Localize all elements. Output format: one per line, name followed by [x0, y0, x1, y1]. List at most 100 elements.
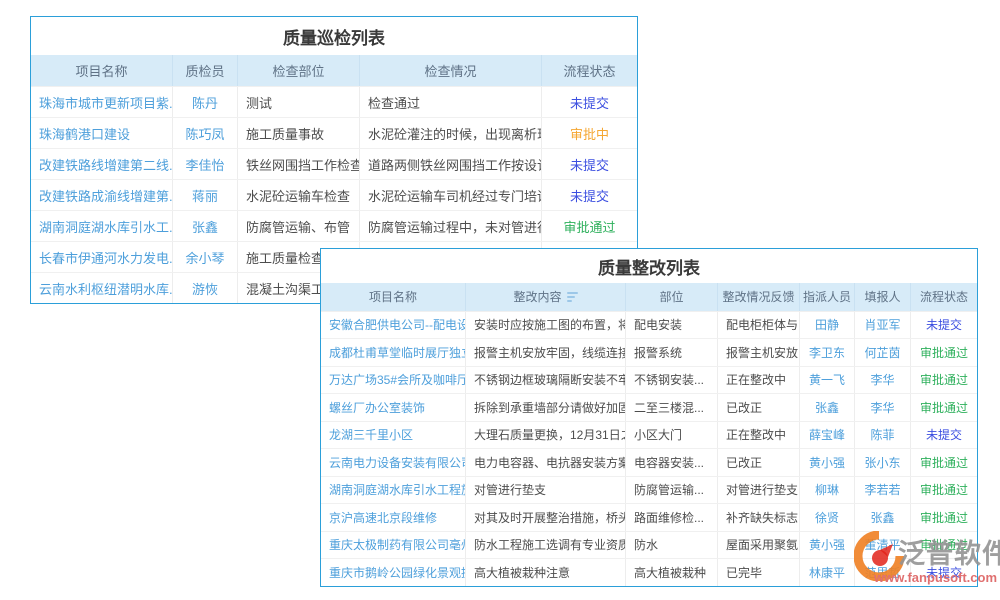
col-header-project: 项目名称	[31, 55, 173, 86]
situation-cell: 检查通过	[360, 87, 542, 117]
table-row[interactable]: 湖南洞庭湖水库引水工程施工1标 对管进行垫支 防腐管运输... 对管进行垫支 柳…	[321, 476, 977, 504]
project-link[interactable]: 改建铁路成渝线增建第...	[31, 180, 173, 210]
col-header-reporter: 填报人	[855, 283, 911, 311]
col-header-assignee: 指派人员	[800, 283, 855, 311]
table-row[interactable]: 成都杜甫草堂临时展厅独立展... 报警主机安放牢固，线缆连接... 报警系统 报…	[321, 338, 977, 366]
project-link[interactable]: 云南电力设备安装有限公司20...	[321, 449, 466, 476]
table-row[interactable]: 珠海鹤港口建设 陈巧凤 施工质量事故 水泥砼灌注的时候，出现离析现象 审批中	[31, 117, 637, 148]
part-cell: 报警系统	[626, 339, 718, 366]
status-badge: 未提交	[542, 149, 637, 179]
part-cell: 路面维修检...	[626, 504, 718, 531]
assignee-name[interactable]: 黄小强	[800, 449, 855, 476]
project-link[interactable]: 湖南洞庭湖水库引水工...	[31, 211, 173, 241]
reporter-name[interactable]: 李华	[855, 394, 911, 421]
part-cell: 测试	[238, 87, 360, 117]
project-link[interactable]: 京沪高速北京段维修	[321, 504, 466, 531]
feedback-cell: 已完毕	[718, 559, 800, 586]
col-header-situation: 检查情况	[360, 55, 542, 86]
assignee-name[interactable]: 徐贤	[800, 504, 855, 531]
part-cell: 高大植被栽种	[626, 559, 718, 586]
content-cell: 大理石质量更换，12月31日之...	[466, 422, 626, 449]
project-link[interactable]: 长春市伊通河水力发电...	[31, 242, 173, 272]
table-row[interactable]: 改建铁路成渝线增建第... 蒋丽 水泥砼运输车检查 水泥砼运输车司机经过专门培训…	[31, 179, 637, 210]
col-header-content-sortable[interactable]: 整改内容	[466, 283, 626, 311]
reporter-name[interactable]: 李若若	[855, 477, 911, 504]
part-cell: 水泥砼运输车检查	[238, 180, 360, 210]
reporter-name[interactable]: 张小东	[855, 449, 911, 476]
part-cell: 二至三楼混...	[626, 394, 718, 421]
project-link[interactable]: 万达广场35#会所及咖啡厅空...	[321, 367, 466, 394]
project-link[interactable]: 重庆太极制药有限公司亳州中...	[321, 532, 466, 559]
content-cell: 拆除到承重墙部分请做好加固...	[466, 394, 626, 421]
part-cell: 施工质量事故	[238, 118, 360, 148]
table-row[interactable]: 京沪高速北京段维修 对其及时开展整治措施，桥头... 路面维修检... 补齐缺失…	[321, 503, 977, 531]
assignee-name[interactable]: 薛宝峰	[800, 422, 855, 449]
inspector-name[interactable]: 李佳怡	[173, 149, 238, 179]
col-header-status: 流程状态	[911, 283, 977, 311]
col-header-feedback: 整改情况反馈	[718, 283, 800, 311]
inspection-header-row: 项目名称 质检员 检查部位 检查情况 流程状态	[31, 55, 637, 86]
reporter-name[interactable]: 张鑫	[855, 504, 911, 531]
content-cell: 高大植被栽种注意	[466, 559, 626, 586]
reporter-name[interactable]: 肖亚军	[855, 312, 911, 339]
project-link[interactable]: 改建铁路线增建第二线...	[31, 149, 173, 179]
col-header-content-label: 整改内容	[513, 288, 561, 305]
assignee-name[interactable]: 张鑫	[800, 394, 855, 421]
project-link[interactable]: 珠海鹤港口建设	[31, 118, 173, 148]
col-header-project: 项目名称	[321, 283, 466, 311]
reporter-name[interactable]: 陈菲	[855, 422, 911, 449]
table-row[interactable]: 珠海市城市更新项目紫... 陈丹 测试 检查通过 未提交	[31, 86, 637, 117]
part-cell: 配电安装	[626, 312, 718, 339]
rectification-header-row: 项目名称 整改内容 部位 整改情况反馈 指派人员 填报人 流程状态	[321, 283, 977, 311]
project-link[interactable]: 安徽合肥供电公司--配电设备...	[321, 312, 466, 339]
situation-cell: 水泥砼运输车司机经过专门培训...	[360, 180, 542, 210]
assignee-name[interactable]: 柳琳	[800, 477, 855, 504]
sort-bars-icon[interactable]	[567, 292, 578, 302]
project-link[interactable]: 云南水利枢纽潜明水库...	[31, 273, 173, 303]
assignee-name[interactable]: 林康平	[800, 559, 855, 586]
status-badge: 未提交	[542, 180, 637, 210]
inspector-name[interactable]: 蒋丽	[173, 180, 238, 210]
assignee-name[interactable]: 田静	[800, 312, 855, 339]
feedback-cell: 报警主机安放...	[718, 339, 800, 366]
inspector-name[interactable]: 陈巧凤	[173, 118, 238, 148]
table-row[interactable]: 云南电力设备安装有限公司20... 电力电容器、电抗器安装方案,... 电容器安…	[321, 448, 977, 476]
assignee-name[interactable]: 黄一飞	[800, 367, 855, 394]
inspector-name[interactable]: 陈丹	[173, 87, 238, 117]
project-link[interactable]: 重庆市鹅岭公园绿化景观提升...	[321, 559, 466, 586]
rectification-table-title: 质量整改列表	[321, 249, 977, 283]
table-row[interactable]: 改建铁路线增建第二线... 李佳怡 铁丝网围挡工作检查 道路两侧铁丝网围挡工作按…	[31, 148, 637, 179]
status-badge: 审批通过	[911, 394, 977, 421]
table-row[interactable]: 安徽合肥供电公司--配电设备... 安装时应按施工图的布置，将... 配电安装 …	[321, 311, 977, 339]
page-canvas: 质量巡检列表 项目名称 质检员 检查部位 检查情况 流程状态 珠海市城市更新项目…	[0, 0, 1000, 600]
status-badge: 审批通过	[911, 504, 977, 531]
feedback-cell: 对管进行垫支	[718, 477, 800, 504]
content-cell: 对其及时开展整治措施，桥头...	[466, 504, 626, 531]
part-cell: 铁丝网围挡工作检查	[238, 149, 360, 179]
project-link[interactable]: 成都杜甫草堂临时展厅独立展...	[321, 339, 466, 366]
status-badge: 未提交	[911, 422, 977, 449]
project-link[interactable]: 珠海市城市更新项目紫...	[31, 87, 173, 117]
feedback-cell: 已改正	[718, 449, 800, 476]
assignee-name[interactable]: 黄小强	[800, 532, 855, 559]
status-badge: 审批通过	[542, 211, 637, 241]
table-row[interactable]: 湖南洞庭湖水库引水工... 张鑫 防腐管运输、布管 防腐管运输过程中，未对管进行…	[31, 210, 637, 241]
part-cell: 防腐管运输...	[626, 477, 718, 504]
watermark-brand-text: 泛普软件	[898, 532, 1000, 571]
reporter-name[interactable]: 何芷茵	[855, 339, 911, 366]
content-cell: 报警主机安放牢固，线缆连接...	[466, 339, 626, 366]
reporter-name[interactable]: 李华	[855, 367, 911, 394]
inspector-name[interactable]: 游恢	[173, 273, 238, 303]
table-row[interactable]: 螺丝厂办公室装饰 拆除到承重墙部分请做好加固... 二至三楼混... 已改正 张…	[321, 393, 977, 421]
project-link[interactable]: 湖南洞庭湖水库引水工程施工1标	[321, 477, 466, 504]
inspector-name[interactable]: 余小琴	[173, 242, 238, 272]
feedback-cell: 正在整改中	[718, 422, 800, 449]
part-cell: 电容器安装...	[626, 449, 718, 476]
project-link[interactable]: 龙湖三千里小区	[321, 422, 466, 449]
table-row[interactable]: 万达广场35#会所及咖啡厅空... 不锈钢边框玻璃隔断安装不牢... 不锈钢安装…	[321, 366, 977, 394]
project-link[interactable]: 螺丝厂办公室装饰	[321, 394, 466, 421]
assignee-name[interactable]: 李卫东	[800, 339, 855, 366]
inspector-name[interactable]: 张鑫	[173, 211, 238, 241]
part-cell: 防水	[626, 532, 718, 559]
table-row[interactable]: 龙湖三千里小区 大理石质量更换，12月31日之... 小区大门 正在整改中 薛宝…	[321, 421, 977, 449]
